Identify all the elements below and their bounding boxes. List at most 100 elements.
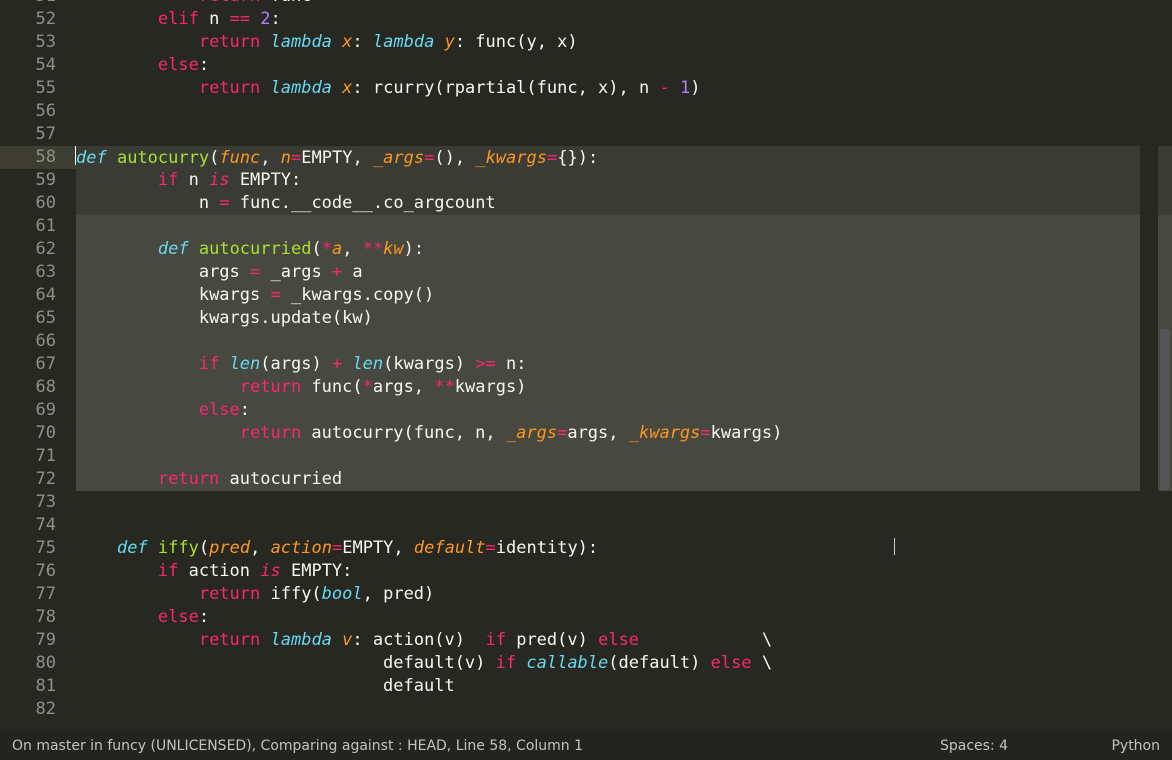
code-line[interactable]: 71: [0, 445, 1172, 468]
minimap[interactable]: [1140, 0, 1158, 704]
code-content[interactable]: args = _args + a: [76, 261, 1172, 284]
code-content[interactable]: elif n == 2:: [76, 8, 1172, 31]
code-content[interactable]: return autocurried: [76, 468, 1172, 491]
status-indent[interactable]: Spaces: 4: [940, 735, 1080, 758]
fold-gutter: [66, 491, 76, 514]
code-content[interactable]: default(v) if callable(default) else \: [76, 652, 1172, 675]
line-number: 71: [0, 445, 66, 468]
code-content[interactable]: else:: [76, 399, 1172, 422]
code-line[interactable]: 61: [0, 215, 1172, 238]
code-content[interactable]: return func: [76, 0, 1172, 8]
line-number: 61: [0, 215, 66, 238]
line-number: 79: [0, 629, 66, 652]
code-content[interactable]: kwargs.update(kw): [76, 307, 1172, 330]
code-line[interactable]: 72 return autocurried: [0, 468, 1172, 491]
line-number: 81: [0, 675, 66, 698]
code-line[interactable]: 70 return autocurry(func, n, _args=args,…: [0, 422, 1172, 445]
code-content[interactable]: return lambda x: lambda y: func(y, x): [76, 31, 1172, 54]
code-line[interactable]: 77 return iffy(bool, pred): [0, 583, 1172, 606]
code-content[interactable]: def iffy(pred, action=EMPTY, default=ide…: [76, 537, 1172, 560]
line-number: 76: [0, 560, 66, 583]
line-number: 82: [0, 698, 66, 721]
line-number: 57: [0, 123, 66, 146]
line-number: 69: [0, 399, 66, 422]
status-left[interactable]: On master in funcy (UNLICENSED), Compari…: [12, 735, 940, 758]
code-line[interactable]: 73: [0, 491, 1172, 514]
code-content[interactable]: return func(*args, **kwargs): [76, 376, 1172, 399]
code-line[interactable]: 67 if len(args) + len(kwargs) >= n:: [0, 353, 1172, 376]
code-line[interactable]: 69 else:: [0, 399, 1172, 422]
fold-gutter: [66, 100, 76, 123]
code-line[interactable]: 68 return func(*args, **kwargs): [0, 376, 1172, 399]
line-number: 65: [0, 307, 66, 330]
fold-gutter: [66, 376, 76, 399]
code-line[interactable]: 53 return lambda x: lambda y: func(y, x): [0, 31, 1172, 54]
code-content[interactable]: if n is EMPTY:: [76, 169, 1172, 192]
code-line[interactable]: 64 kwargs = _kwargs.copy(): [0, 284, 1172, 307]
code-line[interactable]: 65 kwargs.update(kw): [0, 307, 1172, 330]
line-number: 64: [0, 284, 66, 307]
code-content[interactable]: [76, 215, 1172, 238]
code-line[interactable]: 57: [0, 123, 1172, 146]
code-content[interactable]: return lambda x: rcurry(rpartial(func, x…: [76, 77, 1172, 100]
code-line[interactable]: 82: [0, 698, 1172, 721]
code-content[interactable]: if action is EMPTY:: [76, 560, 1172, 583]
editor-viewport[interactable]: 51 return func52 elif n == 2:53 return l…: [0, 0, 1172, 732]
code-content[interactable]: else:: [76, 54, 1172, 77]
fold-gutter: [66, 215, 76, 238]
fold-gutter: [66, 169, 76, 192]
fold-gutter: [66, 560, 76, 583]
code-line[interactable]: 76 if action is EMPTY:: [0, 560, 1172, 583]
scrollbar-thumb[interactable]: [1160, 329, 1170, 490]
code-content[interactable]: return autocurry(func, n, _args=args, _k…: [76, 422, 1172, 445]
code-line[interactable]: 58def autocurry(func, n=EMPTY, _args=(),…: [0, 146, 1172, 169]
code-line[interactable]: 62 def autocurried(*a, **kw):: [0, 238, 1172, 261]
vertical-scrollbar[interactable]: [1160, 0, 1170, 732]
fold-gutter: [66, 330, 76, 353]
line-number: 63: [0, 261, 66, 284]
code-content[interactable]: [76, 514, 1172, 537]
status-language[interactable]: Python: [1080, 735, 1160, 758]
code-line[interactable]: 52 elif n == 2:: [0, 8, 1172, 31]
code-line[interactable]: 75 def iffy(pred, action=EMPTY, default=…: [0, 537, 1172, 560]
fold-gutter: [66, 123, 76, 146]
code-line[interactable]: 54 else:: [0, 54, 1172, 77]
code-line[interactable]: 51 return func: [0, 0, 1172, 8]
code-content[interactable]: def autocurried(*a, **kw):: [76, 238, 1172, 261]
code-content[interactable]: [76, 445, 1172, 468]
line-number: 62: [0, 238, 66, 261]
code-line[interactable]: 78 else:: [0, 606, 1172, 629]
fold-gutter: [66, 284, 76, 307]
code-line[interactable]: 55 return lambda x: rcurry(rpartial(func…: [0, 77, 1172, 100]
code-content[interactable]: [76, 698, 1172, 721]
code-content[interactable]: [76, 330, 1172, 353]
fold-gutter: [66, 422, 76, 445]
line-number: 59: [0, 169, 66, 192]
line-number: 77: [0, 583, 66, 606]
code-content[interactable]: [76, 123, 1172, 146]
fold-gutter: [66, 652, 76, 675]
code-line[interactable]: 63 args = _args + a: [0, 261, 1172, 284]
status-bar: On master in funcy (UNLICENSED), Compari…: [0, 732, 1172, 760]
code-line[interactable]: 74: [0, 514, 1172, 537]
code-content[interactable]: default: [76, 675, 1172, 698]
code-content[interactable]: return iffy(bool, pred): [76, 583, 1172, 606]
code-content[interactable]: [76, 491, 1172, 514]
code-line[interactable]: 56: [0, 100, 1172, 123]
line-number: 66: [0, 330, 66, 353]
code-line[interactable]: 79 return lambda v: action(v) if pred(v)…: [0, 629, 1172, 652]
code-line[interactable]: 80 default(v) if callable(default) else …: [0, 652, 1172, 675]
code-line[interactable]: 81 default: [0, 675, 1172, 698]
code-content[interactable]: [76, 100, 1172, 123]
code-content[interactable]: def autocurry(func, n=EMPTY, _args=(), _…: [76, 146, 1172, 169]
line-number: 74: [0, 514, 66, 537]
code-content[interactable]: else:: [76, 606, 1172, 629]
code-line[interactable]: 60 n = func.__code__.co_argcount: [0, 192, 1172, 215]
code-line[interactable]: 66: [0, 330, 1172, 353]
code-content[interactable]: n = func.__code__.co_argcount: [76, 192, 1172, 215]
code-content[interactable]: kwargs = _kwargs.copy(): [76, 284, 1172, 307]
code-line[interactable]: 59 if n is EMPTY:: [0, 169, 1172, 192]
fold-gutter: [66, 31, 76, 54]
code-content[interactable]: if len(args) + len(kwargs) >= n:: [76, 353, 1172, 376]
code-content[interactable]: return lambda v: action(v) if pred(v) el…: [76, 629, 1172, 652]
